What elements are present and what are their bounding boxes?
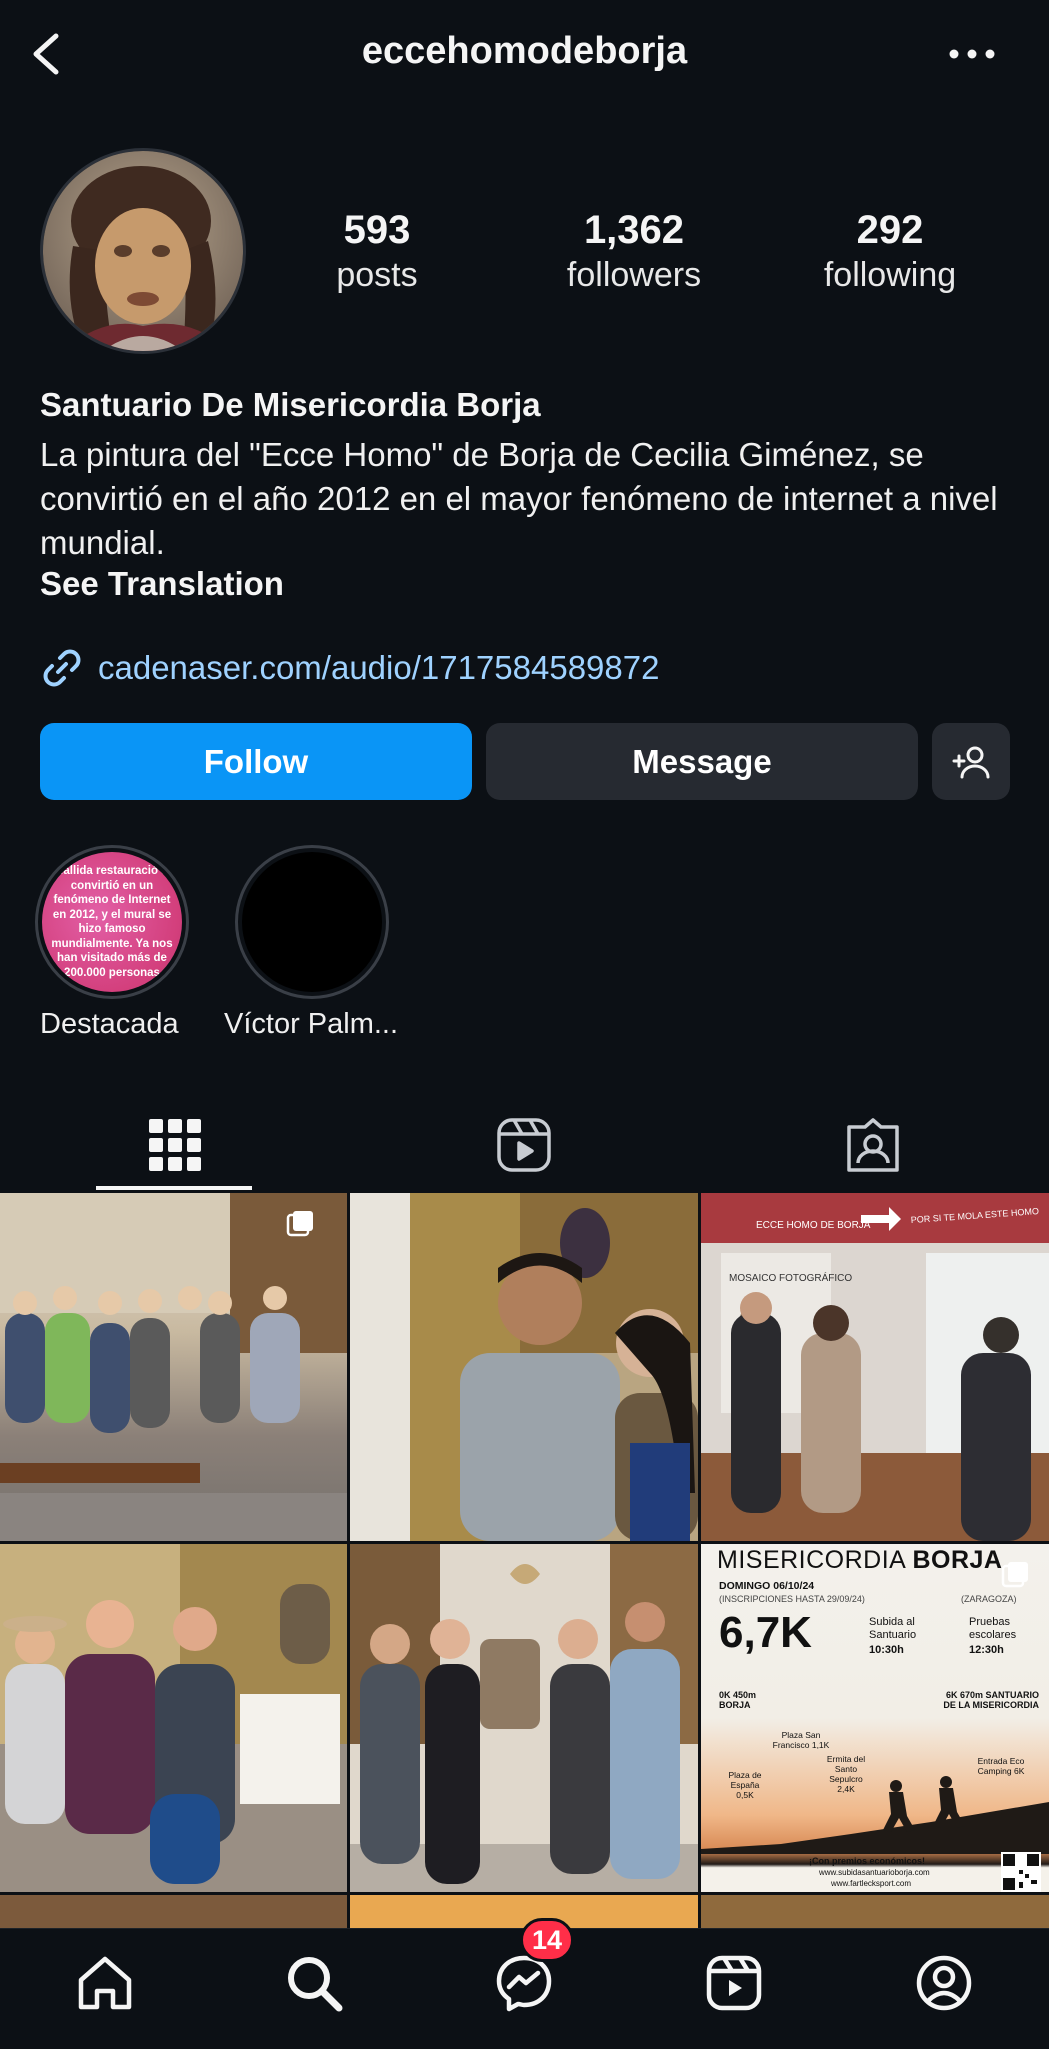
followers-label: followers [566, 256, 702, 294]
posts-value: 593 [343, 208, 411, 252]
see-translation-link[interactable]: See Translation [40, 565, 284, 603]
search-icon[interactable] [284, 1953, 344, 2013]
post-tile[interactable] [0, 1544, 347, 1892]
profile-avatar[interactable] [40, 148, 246, 354]
poster-pruebas: Pruebas escolares [969, 1616, 1017, 1641]
poster-time-2: 12:30h [969, 1644, 1004, 1656]
posts-label: posts [336, 256, 418, 294]
reels-icon [496, 1118, 551, 1172]
poster-premios: ¡Con premios económicos! [809, 1856, 926, 1866]
posts-grid: ECCE HOMO DE BORJA POR SI TE MOLA ESTE H… [0, 1193, 1049, 1928]
message-button[interactable]: Message [486, 723, 918, 800]
poster-runners-image [701, 1776, 1049, 1854]
profile-link-text: cadenaser.com/audio/1717584589872 [98, 649, 660, 686]
poster-distance: 6,7K [719, 1608, 812, 1657]
profile-bio: La pintura del "Ecce Homo" de Borja de C… [40, 436, 998, 561]
poster-place: (ZARAGOZA) [961, 1594, 1017, 1604]
post-image [0, 1193, 347, 1541]
following-value: 292 [856, 208, 924, 252]
profile-username: eccehomodeborja [361, 30, 688, 72]
post-image [350, 1193, 698, 1541]
profile-icon[interactable] [914, 1953, 974, 2013]
poster-subida: Subida al Santuario [869, 1616, 917, 1641]
poster-time-1: 10:30h [869, 1644, 904, 1656]
post-tile[interactable] [350, 1895, 698, 1928]
profile-display-name: Santuario De Misericordia Borja [40, 386, 541, 423]
poster-date: DOMINGO 06/10/24 [719, 1580, 815, 1592]
highlight-victor[interactable] [234, 845, 390, 999]
following-label: following [823, 256, 957, 294]
post-tile[interactable] [701, 1895, 1049, 1928]
link-icon [43, 649, 81, 687]
active-tab-indicator [96, 1186, 252, 1190]
carousel-icon [1001, 1562, 1028, 1588]
highlight-ring [235, 845, 389, 999]
poster-end: 6K 670m SANTUARIO DE LA MISERICORDIA [943, 1690, 1039, 1710]
post-tile[interactable] [0, 1895, 347, 1928]
highlight-label: Víctor Palm... [224, 1008, 399, 1040]
carousel-icon [286, 1211, 313, 1237]
following-count[interactable]: 292 following [780, 206, 1000, 296]
add-person-icon [952, 746, 990, 778]
poster-start: 0K 450m BORJA [719, 1690, 757, 1710]
messenger-icon[interactable] [494, 1953, 554, 2013]
tab-grid[interactable] [0, 1100, 349, 1190]
tagged-icon [846, 1118, 899, 1172]
grid-icon [148, 1119, 201, 1171]
follow-button[interactable]: Follow [40, 723, 472, 800]
poster-inscripciones: (INSCRIPCIONES HASTA 29/09/24) [719, 1594, 865, 1604]
posts-count[interactable]: 593 posts [267, 206, 487, 296]
post-image [350, 1544, 698, 1892]
followers-count[interactable]: 1,362 followers [524, 206, 744, 296]
highlight-destacada[interactable]: a fallida restauració se convirtió en un… [34, 845, 190, 999]
followers-value: 1,362 [583, 208, 685, 252]
top-bar: eccehomodeborja [0, 0, 1049, 110]
suggested-accounts-button[interactable] [932, 723, 1010, 800]
highlight-cover: a fallida restauració se convirtió en un… [42, 852, 182, 992]
post-tile[interactable]: ECCE HOMO DE BORJA POR SI TE MOLA ESTE H… [701, 1193, 1049, 1541]
tab-reels[interactable] [349, 1100, 698, 1190]
poster-web-1: www.subidasantuarioborja.com [819, 1868, 930, 1877]
qr-code-icon [1001, 1852, 1041, 1892]
poster-plaza-sf: Plaza San Francisco 1,1K [772, 1730, 830, 1750]
post-image [350, 1895, 698, 1928]
messages-badge: 14 [520, 1918, 574, 1962]
post-image [0, 1544, 347, 1892]
post-tile[interactable] [0, 1193, 347, 1541]
home-icon[interactable] [75, 1953, 135, 2013]
poster-title: MISERICORDIA BORJA [717, 1546, 1003, 1574]
highlight-cover [242, 852, 382, 992]
banner-text: MOSAICO FOTOGRÁFICO [729, 1271, 852, 1284]
post-tile[interactable]: MISERICORDIA BORJA DOMINGO 06/10/24 (INS… [701, 1544, 1049, 1892]
highlight-label: Destacada [40, 1008, 179, 1040]
poster-entrada: Entrada Eco Camping 6K [977, 1756, 1025, 1776]
poster-web-2: www.fartlecksport.com [831, 1879, 912, 1888]
banner-text: ECCE HOMO DE BORJA [756, 1220, 871, 1231]
post-tile[interactable] [350, 1193, 698, 1541]
post-image: ECCE HOMO DE BORJA POR SI TE MOLA ESTE H… [701, 1193, 1049, 1541]
profile-link[interactable]: cadenaser.com/audio/1717584589872 [40, 646, 659, 690]
highlight-ring: a fallida restauració se convirtió en un… [35, 845, 189, 999]
post-tile[interactable] [350, 1544, 698, 1892]
more-options-icon[interactable] [946, 42, 998, 66]
reels-nav-icon[interactable] [704, 1953, 764, 2013]
tab-tagged[interactable] [698, 1100, 1047, 1190]
